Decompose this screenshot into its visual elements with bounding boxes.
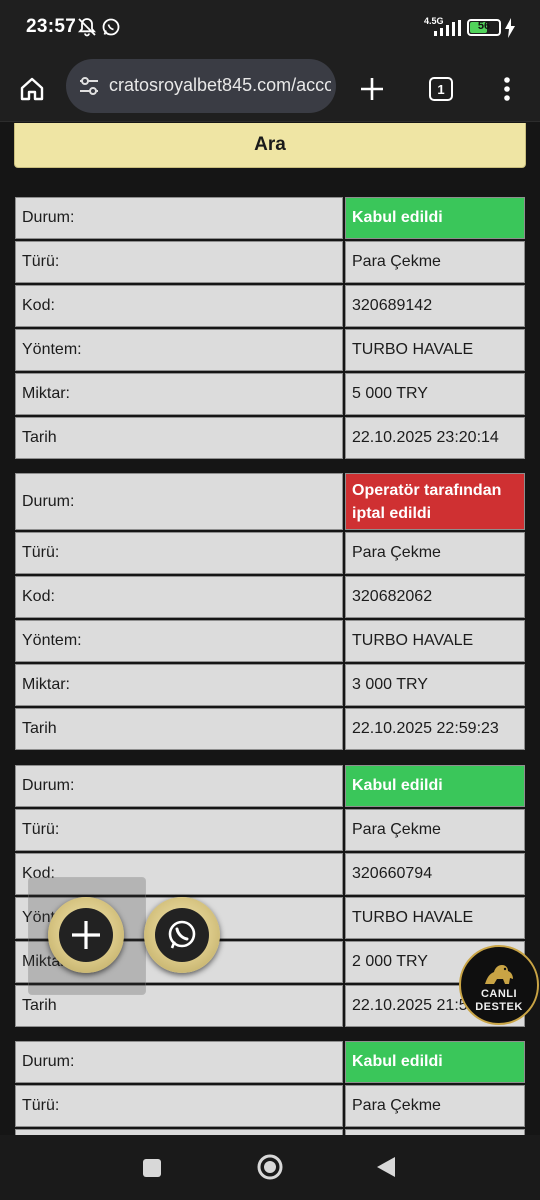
live-support-button[interactable]: CANLI DESTEK [459,945,539,1025]
row-value: Para Çekme [345,1085,525,1127]
row-value: Para Çekme [345,809,525,851]
notifications-off-icon [78,18,96,37]
plus-icon [72,921,100,949]
row-label: Miktar: [15,664,343,706]
row-label: Miktar: [15,373,343,415]
row-value: 3 000 TRY [345,664,525,706]
transaction-card: Durum: Kabul edildi Türü: Para Çekme [15,1041,525,1135]
row-value: TURBO HAVALE [345,897,525,939]
transaction-card: Durum: Operatör tarafından iptal edildi … [15,473,525,752]
row-value: 22.10.2025 23:20:14 [345,417,525,459]
row-label: Durum: [15,765,343,807]
status-row: Durum: Kabul edildi [15,1041,525,1083]
row-label: Tarih [15,417,343,459]
row-label: Durum: [15,197,343,239]
row-label: Durum: [15,473,343,530]
row-value: Para Çekme [345,241,525,283]
row-label: Yöntem: [15,620,343,662]
table-row: Tarih 22.10.2025 23:20:14 [15,417,525,459]
menu-button[interactable] [485,67,529,111]
system-navigation-bar [0,1135,540,1200]
battery-icon: 56 [467,19,501,36]
status-row: Durum: Operatör tarafından iptal edildi [15,473,525,530]
live-support-label-line2: DESTEK [475,1001,523,1013]
row-value: 320689142 [345,285,525,327]
row-value: 5 000 TRY [345,373,525,415]
status-badge: Operatör tarafından iptal edildi [345,473,525,530]
signal-icon [434,20,461,36]
row-value: TURBO HAVALE [345,329,525,371]
battery-level: 56 [477,20,491,32]
table-row: Türü: Para Çekme [15,532,525,574]
table-row: Kod: 320689142 [15,285,525,327]
add-widget-button[interactable] [48,897,124,973]
home-icon [20,77,44,101]
status-row: Durum: Kabul edildi [15,197,525,239]
row-value: 320682062 [345,576,525,618]
row-label: Kod: [15,285,343,327]
back-icon[interactable] [375,1155,397,1179]
table-row: Yöntem: TURBO HAVALE [15,329,525,371]
row-label: Kod: [15,576,343,618]
status-badge: Kabul edildi [345,197,525,239]
search-button[interactable]: Ara [14,123,526,168]
row-label: Durum: [15,1041,343,1083]
row-label: Tarih [15,708,343,750]
table-row: Kod: 320682062 [15,576,525,618]
row-label: Türü: [15,532,343,574]
row-label: Yöntem: [15,329,343,371]
row-value: 22.10.2025 22:59:23 [345,708,525,750]
address-bar[interactable]: cratosroyalbet845.com/account [66,59,336,113]
plus-icon [361,78,383,100]
status-row: Durum: Kabul edildi [15,765,525,807]
table-row: Miktar: 5 000 TRY [15,373,525,415]
row-value: Para Çekme [345,532,525,574]
status-badge: Kabul edildi [345,1041,525,1083]
table-row: Türü: Para Çekme [15,1085,525,1127]
tab-switcher-button[interactable]: 1 [419,67,463,111]
home-button[interactable] [10,67,54,111]
tab-count: 1 [429,77,453,101]
transaction-card: Durum: Kabul edildi Türü: Para Çekme Kod… [15,197,525,461]
more-vert-icon [504,77,510,101]
new-tab-button[interactable] [350,67,394,111]
row-label: Türü: [15,1085,343,1127]
status-time: 23:57 [26,16,77,37]
row-value: TURBO HAVALE [345,620,525,662]
url-text: cratosroyalbet845.com/account [109,75,331,95]
status-badge: Kabul edildi [345,765,525,807]
recents-icon[interactable] [141,1157,163,1179]
whatsapp-status-icon [102,18,120,36]
whatsapp-icon [168,920,196,949]
table-row: Yöntem: TURBO HAVALE [15,620,525,662]
site-settings-icon[interactable] [78,76,100,96]
charging-icon [505,18,515,38]
status-bar: 23:57 4.5G 56 [0,0,540,56]
table-row: Türü: Para Çekme [15,809,525,851]
table-row: Tarih 22.10.2025 22:59:23 [15,708,525,750]
whatsapp-button[interactable] [144,897,220,973]
live-support-label-line1: CANLI [480,988,518,1000]
row-label: Türü: [15,241,343,283]
table-row: Türü: Para Çekme [15,241,525,283]
row-label: Türü: [15,809,343,851]
browser-toolbar: cratosroyalbet845.com/account 1 [0,56,540,122]
lion-logo-icon [485,965,513,984]
row-value: 320660794 [345,853,525,895]
home-nav-icon[interactable] [256,1153,284,1181]
table-row: Miktar: 3 000 TRY [15,664,525,706]
